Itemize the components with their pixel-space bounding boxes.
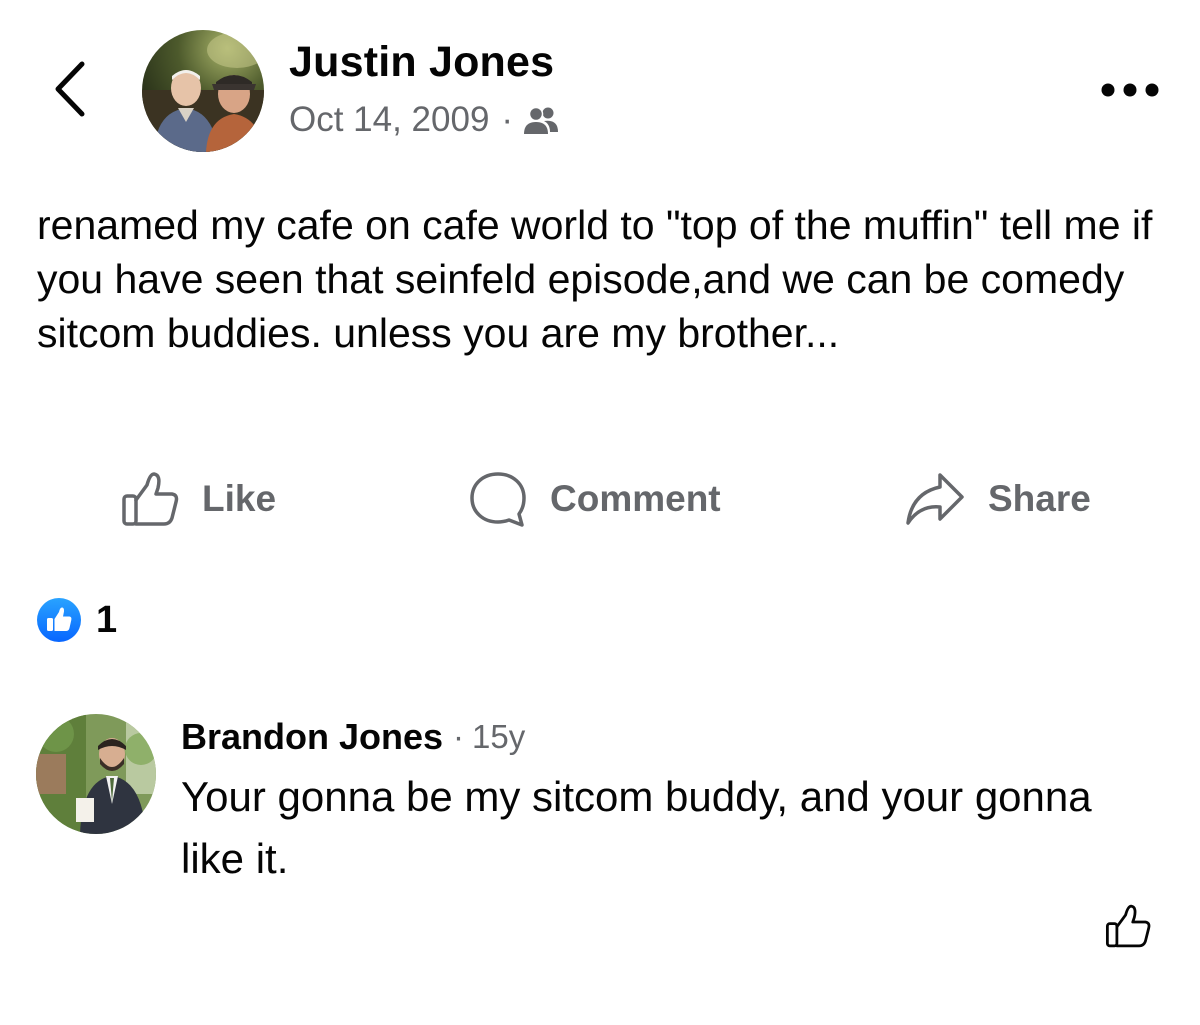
commenter-avatar-photo [36, 714, 156, 834]
comment-text: Your gonna be my sitcom buddy, and your … [181, 773, 1092, 882]
comment-bubble-icon [468, 469, 528, 529]
comment-button[interactable]: Comment [468, 466, 721, 532]
reactions-summary[interactable]: 1 [36, 596, 117, 644]
share-arrow-icon [904, 471, 966, 527]
share-label: Share [988, 478, 1091, 519]
like-button[interactable]: Like [120, 466, 276, 532]
commenter-name[interactable]: Brandon Jones [181, 716, 443, 758]
more-horizontal-icon [1101, 83, 1159, 97]
post-text: renamed my cafe on cafe world to "top of… [37, 202, 1153, 356]
post-meta: Oct 14, 2009 · [289, 96, 559, 144]
comment-like-button[interactable] [1100, 898, 1156, 954]
like-reaction-icon [36, 597, 82, 643]
share-button[interactable]: Share [904, 466, 1091, 532]
thumbs-up-outline-icon [1105, 904, 1151, 948]
post-date[interactable]: Oct 14, 2009 [289, 100, 489, 140]
more-options-button[interactable] [1092, 70, 1168, 110]
chevron-left-icon [55, 61, 85, 117]
comment-separator: · [453, 718, 465, 755]
comment-label: Comment [550, 478, 721, 519]
friends-icon[interactable] [523, 106, 559, 136]
reaction-count: 1 [96, 598, 118, 641]
post-detail-screen: Justin Jones Oct 14, 2009 · renamed my c… [0, 0, 1200, 1025]
meta-separator: · [501, 100, 514, 139]
back-button[interactable] [44, 58, 96, 120]
like-label: Like [202, 478, 277, 519]
post-author-name[interactable]: Justin Jones [289, 38, 554, 87]
author-avatar-photo [142, 30, 264, 152]
comment-timestamp[interactable]: 15y [472, 718, 525, 756]
thumbs-up-outline-icon [120, 470, 180, 528]
author-avatar[interactable] [142, 30, 264, 152]
comment-header: Brandon Jones · 15y [181, 712, 525, 762]
commenter-avatar[interactable] [36, 714, 156, 834]
